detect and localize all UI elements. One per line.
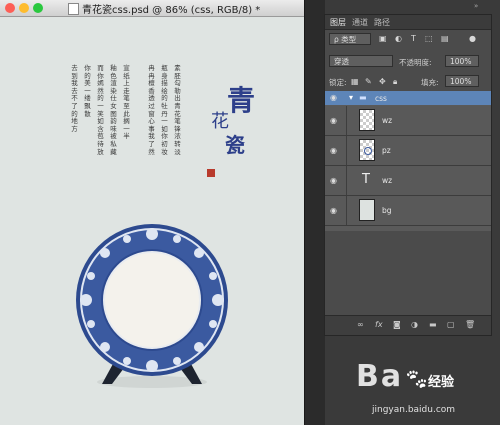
mask-icon[interactable]: ◙ [393, 320, 401, 329]
calligraphy-title: 青 花 瓷 [205, 79, 255, 169]
watermark-logo-text: Ba [356, 359, 404, 394]
tool-strip [304, 0, 325, 425]
layer-thumbnail [359, 199, 375, 221]
poem-column: 釉色渲染仕女图韵味被私藏 [110, 64, 117, 156]
canvas[interactable]: 素胚勾勒出青花笔锋浓转淡 瓶身描绘的牡丹一如你初妆 冉冉檀香透过窗心事我了然 宣… [0, 17, 304, 425]
layers-list: ◉ ▾ ▬ css ◉ wz ◉ pz ◉ T wz ◉ bg [325, 91, 491, 231]
fill-label: 填充: [421, 78, 439, 87]
expand-arrow-icon[interactable]: ▾ [349, 93, 353, 102]
layer-name: wz [382, 176, 393, 185]
visibility-eye-icon[interactable]: ◉ [330, 146, 337, 155]
poem-column: 去到我去不了的地方 [71, 64, 78, 133]
divider [346, 196, 347, 225]
folder-icon[interactable]: ▬ [429, 320, 437, 329]
lock-all-icon[interactable]: 🔒︎ [393, 77, 397, 87]
tab-channels[interactable]: 通道 [352, 17, 368, 28]
layer-row[interactable]: ◉ wz [325, 106, 491, 136]
window-title: 青花瓷css.psd @ 86% (css, RGB/8) * [82, 5, 261, 16]
filter-type-dropdown[interactable]: ρ 类型 [329, 33, 371, 45]
divider [346, 166, 347, 195]
close-window-button[interactable] [5, 3, 15, 13]
layer-name: wz [382, 116, 393, 125]
opacity-input[interactable]: 100% [445, 55, 479, 67]
plate-thumb-icon [364, 147, 372, 155]
layers-panel: 图层 通道 路径 ρ 类型 ▣ ◐ T ⬚ ▤ ● 穿透 不透明度: 100% … [324, 14, 492, 336]
lock-transparency-icon[interactable]: ▦ [351, 77, 359, 86]
panel-tabs: 图层 通道 路径 [325, 15, 491, 30]
lock-row: 锁定: ▦ ✎ ✥ 🔒︎ 填充: 100% [325, 74, 491, 90]
text-layer-icon: T [362, 172, 370, 187]
lock-label: 锁定: [329, 78, 347, 87]
layer-thumbnail [359, 139, 375, 161]
paw-icon: 🐾︎ [404, 367, 430, 391]
baidu-watermark: Ba 🐾︎ 经验 jingyan.baidu.com [356, 359, 496, 419]
layer-row[interactable]: ◉ T wz [325, 166, 491, 196]
calligraphy-char: 瓷 [225, 133, 245, 157]
new-layer-icon[interactable]: ▢ [447, 320, 455, 329]
poem-column: 宣纸上走笔至此搁一半 [123, 64, 130, 141]
calligraphy-char: 青 [227, 84, 256, 117]
poem-column: 你的美一缕飘散 [84, 64, 91, 118]
red-seal [207, 169, 215, 177]
porcelain-plate [76, 224, 228, 388]
divider [346, 106, 347, 135]
folder-icon: ▬ [359, 93, 367, 102]
trash-icon[interactable]: 🗑︎ [465, 320, 475, 329]
tab-layers[interactable]: 图层 [330, 17, 346, 28]
layer-row[interactable]: ◉ bg [325, 196, 491, 226]
fx-icon[interactable]: fx [375, 320, 383, 329]
filter-text-icon[interactable]: T [411, 34, 416, 43]
blend-row: 穿透 不透明度: 100% [325, 53, 491, 70]
panel-footer: ∞ fx ◙ ◑ ▬ ▢ 🗑︎ [325, 315, 491, 335]
poem-column: 素胚勾勒出青花笔锋浓转淡 [174, 64, 181, 156]
filter-shape-icon[interactable]: ⬚ [425, 34, 433, 43]
blend-mode-dropdown[interactable]: 穿透 [329, 55, 393, 67]
window-titlebar: 青花瓷css.psd @ 86% (css, RGB/8) * [0, 0, 304, 17]
lock-paint-icon[interactable]: ✎ [365, 77, 372, 86]
tab-paths[interactable]: 路径 [374, 17, 390, 28]
link-icon[interactable]: ∞ [357, 320, 364, 329]
layer-row[interactable]: ◉ pz [325, 136, 491, 166]
adjustment-icon[interactable]: ◑ [411, 320, 418, 329]
filter-row: ρ 类型 ▣ ◐ T ⬚ ▤ ● [325, 31, 491, 48]
group-name: css [375, 94, 387, 103]
divider [346, 136, 347, 165]
collapse-panel-icon[interactable]: » [474, 2, 478, 10]
layer-thumbnail [359, 109, 375, 131]
filter-smart-icon[interactable]: ▤ [441, 34, 449, 43]
poem-column: 而你嫣然的一笑如含苞待放 [97, 64, 104, 156]
layer-name: pz [382, 146, 391, 155]
lock-move-icon[interactable]: ✥ [379, 77, 386, 86]
document-window: 青花瓷css.psd @ 86% (css, RGB/8) * 素胚勾勒出青花笔… [0, 0, 304, 425]
filter-pixel-icon[interactable]: ▣ [379, 34, 387, 43]
minimize-window-button[interactable] [19, 3, 29, 13]
opacity-label: 不透明度: [399, 58, 432, 67]
zoom-window-button[interactable] [33, 3, 43, 13]
document-icon [68, 3, 79, 15]
visibility-eye-icon[interactable]: ◉ [330, 206, 337, 215]
layer-name: bg [382, 206, 392, 215]
filter-toggle-icon[interactable]: ● [469, 34, 476, 43]
visibility-eye-icon[interactable]: ◉ [330, 93, 337, 102]
visibility-eye-icon[interactable]: ◉ [330, 116, 337, 125]
poem-column: 冉冉檀香透过窗心事我了然 [148, 64, 155, 156]
visibility-eye-icon[interactable]: ◉ [330, 176, 337, 185]
poem-column: 瓶身描绘的牡丹一如你初妆 [161, 64, 168, 156]
layer-group-row[interactable]: ◉ ▾ ▬ css [325, 91, 491, 105]
fill-input[interactable]: 100% [445, 75, 479, 87]
watermark-brand: 经验 [428, 375, 455, 390]
watermark-url: jingyan.baidu.com [372, 405, 456, 415]
filter-adjustment-icon[interactable]: ◐ [395, 34, 402, 43]
